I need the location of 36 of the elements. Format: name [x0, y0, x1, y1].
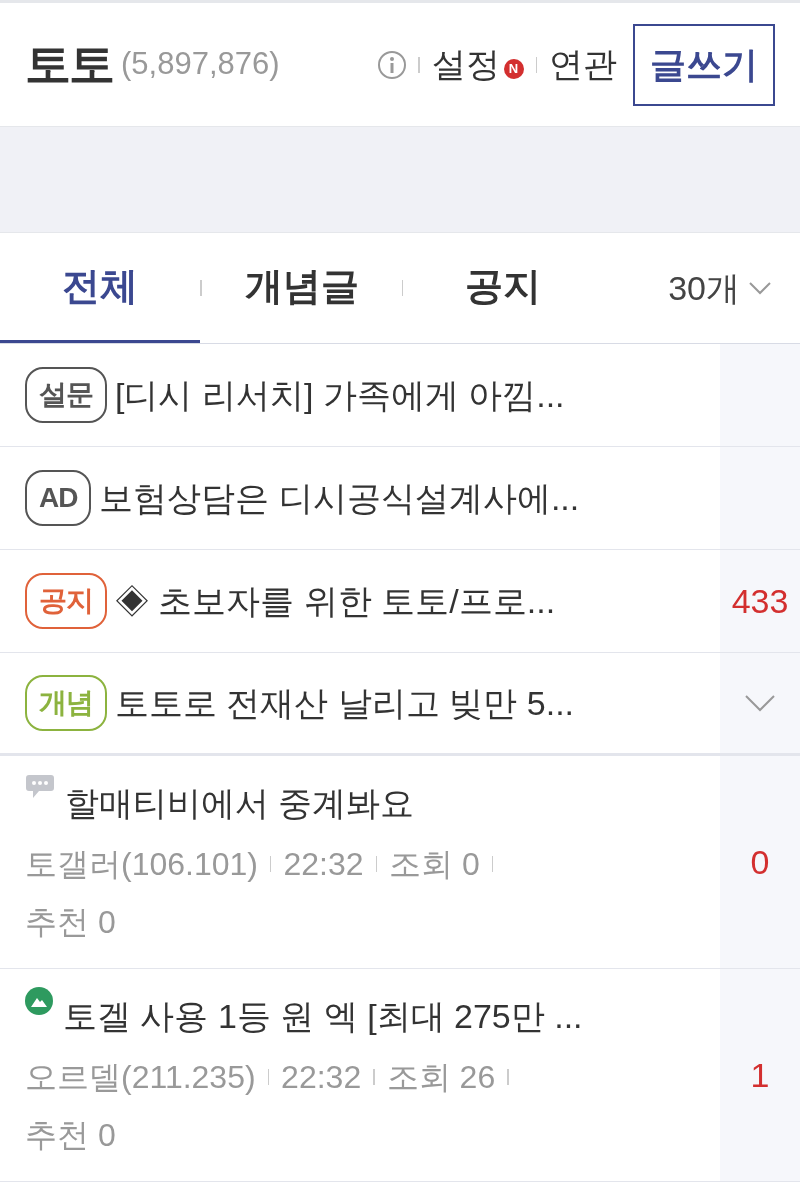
speech-bubble-icon: [25, 774, 55, 800]
comment-count: 0: [750, 841, 770, 883]
recommend-count: 추천 0: [25, 903, 116, 942]
notice-title[interactable]: [디시 리서치] 가족에게 아낌...: [115, 369, 565, 421]
notice-badge: AD: [25, 470, 92, 526]
recommend-count: 추천 0: [25, 1116, 116, 1155]
notice-badge: 설문: [25, 367, 107, 423]
write-button[interactable]: 글쓰기: [633, 23, 775, 106]
gallery-title: 토토: [25, 37, 113, 92]
tab[interactable]: 공지: [403, 233, 603, 343]
post-title[interactable]: 할매티비에서 중계봐요: [65, 778, 415, 829]
notice-title[interactable]: ◈ 초보자를 위한 토토/프로...: [115, 575, 556, 627]
page-size-dropdown[interactable]: 30개: [668, 233, 800, 343]
tab[interactable]: 전체: [0, 233, 200, 343]
related-link[interactable]: 연관: [549, 39, 617, 90]
view-count: 조회 0: [389, 845, 480, 884]
post-time: 22:32: [281, 1058, 362, 1097]
author-name: 토갤러(106.101): [25, 845, 258, 884]
new-badge: N: [503, 58, 524, 79]
notice-title[interactable]: 토토로 전재산 날리고 빚만 5...: [115, 677, 575, 729]
image-icon: [25, 987, 53, 1015]
settings-link[interactable]: 설정: [431, 39, 500, 90]
comment-count: 1: [750, 1054, 770, 1096]
notice-badge: 개념: [25, 675, 107, 731]
post-title[interactable]: 토겔 사용 1등 원 엑 [최대 275만 ...: [63, 991, 583, 1042]
post-time: 22:32: [283, 845, 364, 884]
chevron-down-icon: [748, 281, 772, 295]
notice-badge: 공지: [25, 573, 107, 629]
info-icon[interactable]: [378, 50, 406, 79]
notice-title[interactable]: 보험상담은 디시공식설계사에...: [99, 472, 580, 524]
member-count: (5,897,876): [121, 45, 280, 84]
chevron-down-icon[interactable]: [744, 694, 776, 712]
comment-count: 433: [731, 580, 789, 622]
tab[interactable]: 개념글: [201, 233, 402, 343]
view-count: 조회 26: [386, 1058, 496, 1097]
author-name: 오르델(211.235): [25, 1058, 256, 1097]
